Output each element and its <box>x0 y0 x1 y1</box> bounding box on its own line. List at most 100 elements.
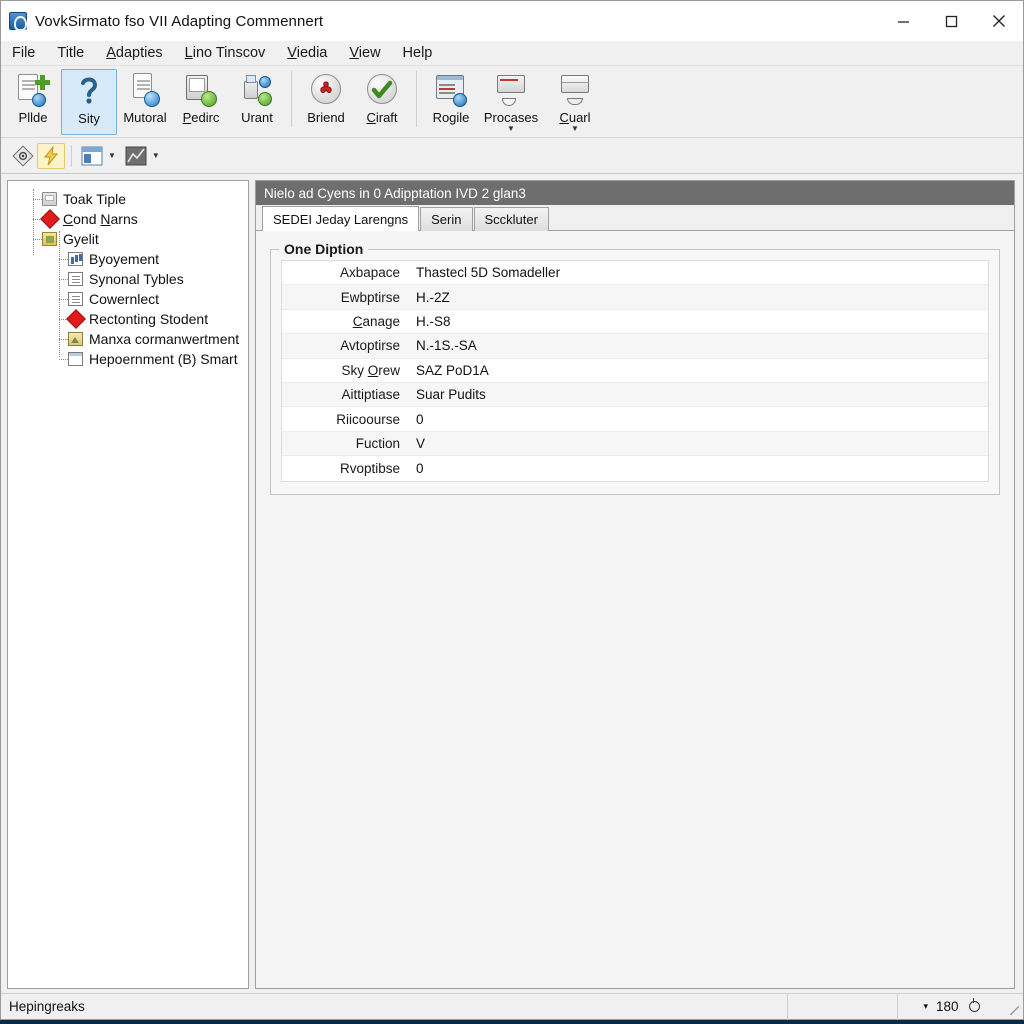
toolbar-button-sity[interactable]: Sity <box>61 69 117 135</box>
tree-connector <box>52 269 68 289</box>
menu-item-view[interactable]: View <box>338 42 391 64</box>
property-row[interactable]: Sky Orew SAZ PoD1A <box>282 359 988 383</box>
toolbar-label-ciraft: Ciraft <box>366 110 398 125</box>
menu-item-file[interactable]: File <box>1 42 46 64</box>
zoom-value: 180 <box>936 999 959 1014</box>
tab-serin[interactable]: Serin <box>420 207 473 231</box>
toolbar-button-pedirc[interactable]: Pedirc <box>173 69 229 135</box>
toolbar-button-cuarl[interactable]: Cuarl ▼ <box>543 69 607 135</box>
app-icon <box>9 12 27 31</box>
tab-sedei-jeday-larengns[interactable]: SEDEI Jeday Larengns <box>262 206 420 231</box>
tree-node-label: Cond Narns <box>63 211 138 227</box>
menu-item-title[interactable]: Title <box>46 42 95 64</box>
toolbar-label-ciraft-rest: iraft <box>375 110 398 125</box>
property-row[interactable]: Fuction V <box>282 431 988 457</box>
status-cell-blank <box>787 993 897 1020</box>
chevron-down-icon-dark-chart[interactable]: ▼ <box>152 151 160 160</box>
menu-item-viedia-rest: iedia <box>296 45 328 61</box>
question-mark-icon <box>72 74 106 108</box>
blue-window-icon[interactable] <box>78 143 106 169</box>
property-row[interactable]: Riicoourse 0 <box>282 407 988 432</box>
property-key: Sky Orew <box>341 362 400 378</box>
property-row[interactable]: Canage H.-S8 <box>282 310 988 335</box>
folder-icon <box>42 192 57 206</box>
tree-panel[interactable]: Toak Tiple Cond Narns Gyelit Byoyement S… <box>7 180 249 989</box>
chevron-down-icon-blue-window[interactable]: ▼ <box>108 151 116 160</box>
toolbar-button-rogile[interactable]: Rogile <box>423 69 479 135</box>
property-key-rest: anage <box>362 313 400 329</box>
tree-node-rectonting-stodent[interactable]: Rectonting Stodent <box>8 309 248 329</box>
red-diamond-icon <box>42 212 57 226</box>
menu-item-view-rest: iew <box>358 45 381 61</box>
property-group: One Diption Axbapace Thastecl 5D Somadel… <box>270 241 1000 495</box>
detail-panel: Nielo ad Cyens in 0 Adipptation IVD 2 gl… <box>255 180 1015 989</box>
panel-content: One Diption Axbapace Thastecl 5D Somadel… <box>256 231 1014 988</box>
tree-node-label: Gyelit <box>63 231 99 247</box>
secondary-toolbar: ▼ ▼ <box>1 138 1023 174</box>
dark-chart-icon[interactable] <box>122 143 150 169</box>
property-value: V <box>416 435 426 451</box>
toolbar-label-cuarl: Cuarl <box>559 110 591 125</box>
chevron-down-icon-zoom[interactable]: ▾ <box>923 1001 928 1012</box>
chevron-down-icon-procases[interactable]: ▼ <box>507 125 515 133</box>
chevron-down-icon-cuarl[interactable]: ▼ <box>571 125 579 133</box>
close-icon[interactable] <box>975 1 1023 41</box>
window-title: VovkSirmato fso VII Adapting Commennert <box>35 12 324 30</box>
toolbar-button-pllde[interactable]: Pllde <box>5 69 61 135</box>
property-row[interactable]: Rvoptibse 0 <box>282 456 988 480</box>
tree-node-hepoernment-smart[interactable]: Hepoernment (B) Smart <box>8 349 248 369</box>
tab-strip: SEDEI Jeday Larengns Serin Scckluter <box>256 205 1014 231</box>
toolbar-button-mutoral[interactable]: Mutoral <box>117 69 173 135</box>
tree-connector <box>26 189 42 209</box>
menu-item-adapties[interactable]: Adapties <box>95 42 173 64</box>
toolbar-button-briend[interactable]: Briend <box>298 69 354 135</box>
menu-item-help[interactable]: Help <box>392 42 444 64</box>
tree-node-label: Hepoernment (B) Smart <box>89 351 238 367</box>
tree-node-label: Manxa cormanwertment <box>89 331 240 347</box>
property-value: H.-2Z <box>416 289 450 305</box>
toolbar-button-procases[interactable]: Procases ▼ <box>479 69 543 135</box>
main-body: Toak Tiple Cond Narns Gyelit Byoyement S… <box>1 174 1023 993</box>
property-row[interactable]: Axbapace Thastecl 5D Somadeller <box>282 261 988 286</box>
toolbar-label-briend: Briend <box>307 110 345 125</box>
maximize-icon[interactable] <box>927 1 975 41</box>
tree-node-label: Toak Tiple <box>63 191 127 207</box>
application-window: VovkSirmato fso VII Adapting Commennert … <box>0 0 1024 1020</box>
tree-node-cowernlect[interactable]: Cowernlect <box>8 289 248 309</box>
property-row[interactable]: Aittiptiase Suar Pudits <box>282 382 988 408</box>
chart-icon <box>68 252 83 266</box>
tree-node-gyelit[interactable]: Gyelit <box>8 229 248 249</box>
tab-scckluter[interactable]: Scckluter <box>473 207 549 231</box>
status-zoom-control[interactable]: ▾ 180 <box>897 993 1005 1020</box>
toolbar-button-ciraft[interactable]: Ciraft <box>354 69 410 135</box>
property-value: H.-S8 <box>416 313 451 329</box>
toolbar-button-urant[interactable]: Urant <box>229 69 285 135</box>
menu-item-viedia[interactable]: Viedia <box>276 42 338 64</box>
property-grid[interactable]: Axbapace Thastecl 5D Somadeller Ewbptirs… <box>281 260 989 482</box>
resize-grip[interactable] <box>1005 994 1023 1020</box>
green-check-circle-icon <box>365 73 399 107</box>
lightning-yellow-icon[interactable] <box>37 142 65 169</box>
tree-node-label: Synonal Tybles <box>89 271 184 287</box>
eye-diamond-icon[interactable] <box>9 143 37 169</box>
jar-tools-icon <box>240 73 274 107</box>
clipboard-add-icon <box>16 73 50 107</box>
tree-node-toak-tiple[interactable]: Toak Tiple <box>8 189 248 209</box>
property-row[interactable]: Ewbptirse H.-2Z <box>282 285 988 310</box>
gold-folder-icon <box>42 232 57 246</box>
panel-header: Nielo ad Cyens in 0 Adipptation IVD 2 gl… <box>256 181 1014 205</box>
property-row[interactable]: Avtoptirse N.-1S.-SA <box>282 334 988 359</box>
property-key-rest: rew <box>378 362 400 378</box>
tree-node-synonal-tybles[interactable]: Synonal Tybles <box>8 269 248 289</box>
tree-node-label: Byoyement <box>89 251 160 267</box>
document-refresh-icon <box>128 73 162 107</box>
red-cross-circle-icon <box>309 73 343 107</box>
toolbar-label-pedirc: Pedirc <box>182 110 220 125</box>
tree-node-manxa-cormanwertment[interactable]: Manxa cormanwertment <box>8 329 248 349</box>
minimize-icon[interactable] <box>879 1 927 41</box>
document-icon <box>68 272 83 286</box>
tree-node-label-rest2: arns <box>110 211 138 227</box>
menu-item-lino-tinscov[interactable]: Lino Tinscov <box>174 42 277 64</box>
tree-node-byoyement[interactable]: Byoyement <box>8 249 248 269</box>
tree-node-cond-narns[interactable]: Cond Narns <box>8 209 248 229</box>
